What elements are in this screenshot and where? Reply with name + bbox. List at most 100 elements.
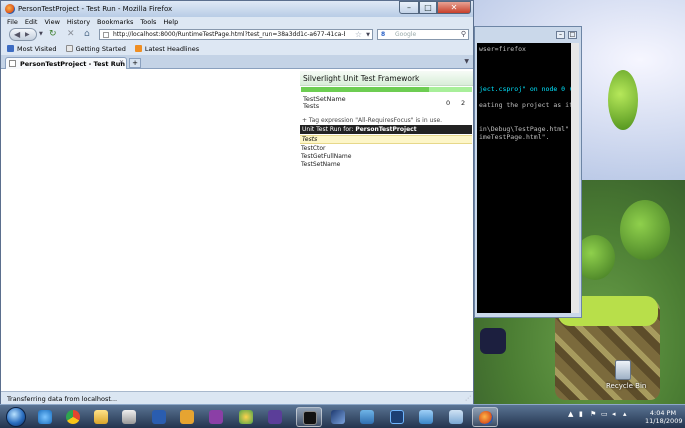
test-item[interactable]: TestGetFullName bbox=[301, 153, 351, 160]
maximize-button[interactable]: □ bbox=[419, 1, 437, 14]
console-scrollbar[interactable] bbox=[571, 43, 579, 313]
tab-test-run[interactable]: PersonTestProject - Test Run ✕ bbox=[5, 57, 127, 69]
tab-close-icon[interactable]: ✕ bbox=[119, 59, 124, 66]
bookmark-star-icon[interactable]: ☆ bbox=[355, 30, 362, 39]
battery-icon[interactable]: ▭ bbox=[601, 410, 608, 419]
taskbar-app-button[interactable] bbox=[413, 407, 439, 427]
taskbar-chrome-button[interactable] bbox=[60, 407, 86, 427]
taskbar-outlook-button[interactable] bbox=[174, 407, 200, 427]
onenote-icon bbox=[209, 410, 223, 424]
test-item[interactable]: TestCtor bbox=[301, 145, 326, 152]
start-button[interactable] bbox=[6, 407, 26, 427]
application-icon bbox=[419, 410, 433, 424]
recycle-bin-label[interactable]: Recycle Bin bbox=[606, 382, 646, 390]
tests-header[interactable]: Tests bbox=[300, 135, 472, 144]
window-controls: – □ ✕ bbox=[399, 1, 471, 14]
close-button[interactable]: ✕ bbox=[437, 1, 471, 14]
console-line: eating the project as if bbox=[479, 101, 571, 109]
bookmark-label: Getting Started bbox=[75, 44, 126, 53]
volume-icon[interactable]: ◂ bbox=[612, 410, 619, 419]
console-line: ject.csproj" on node 0 ( bbox=[479, 85, 571, 93]
stop-icon[interactable]: ✕ bbox=[67, 29, 75, 39]
history-dropdown-icon[interactable]: ▼ bbox=[39, 31, 43, 37]
minimize-button[interactable]: – bbox=[399, 1, 419, 14]
resize-grip-icon[interactable]: ⋰ bbox=[465, 395, 471, 402]
result-count-passed: 0 bbox=[446, 99, 451, 107]
reload-icon[interactable]: ↻ bbox=[49, 29, 57, 39]
menu-view[interactable]: View bbox=[44, 17, 59, 27]
show-hidden-icons-icon[interactable]: ▲ bbox=[568, 410, 575, 419]
desktop-wallpaper-creature bbox=[620, 200, 670, 260]
url-text[interactable]: http://localhost:8000/RuntimeTestPage.ht… bbox=[113, 31, 345, 38]
menu-help[interactable]: Help bbox=[163, 17, 178, 27]
firefox-logo-icon bbox=[5, 4, 15, 14]
console-minimize-button[interactable]: – bbox=[556, 31, 565, 39]
bookmark-most-visited[interactable]: Most Visited bbox=[7, 45, 57, 53]
menu-file[interactable]: File bbox=[7, 17, 18, 27]
taskbar-clock[interactable]: 4:04 PM 11/18/2009 bbox=[645, 409, 682, 425]
page-content[interactable]: Silverlight Unit Test Framework TestSetN… bbox=[1, 69, 473, 391]
url-dropdown-icon[interactable]: ▼ bbox=[366, 32, 370, 38]
search-icon[interactable]: ⚲ bbox=[461, 30, 466, 38]
test-run-bar: Unit Test Run for: PersonTestProject bbox=[300, 125, 472, 134]
taskbar-visualstudio-button[interactable] bbox=[262, 407, 288, 427]
flag-icon[interactable]: ⚑ bbox=[590, 410, 597, 419]
menu-tools[interactable]: Tools bbox=[140, 17, 156, 27]
bookmarks-toolbar: Most Visited Getting Started Latest Head… bbox=[1, 42, 473, 55]
taskbar-console-button[interactable] bbox=[296, 407, 322, 427]
menu-bar: File Edit View History Bookmarks Tools H… bbox=[1, 17, 473, 27]
test-item[interactable]: TestSetName bbox=[301, 161, 340, 168]
window-icon bbox=[449, 410, 463, 424]
run-prefix: Unit Test Run for bbox=[302, 126, 352, 133]
home-icon[interactable]: ⌂ bbox=[84, 29, 90, 39]
internet-explorer-icon bbox=[38, 410, 52, 424]
forward-arrow-icon[interactable]: ▶ bbox=[25, 31, 30, 38]
search-placeholder[interactable]: Google bbox=[395, 31, 416, 38]
system-tray: ▲ ▮ ⚑ ▭ ◂ ▴ bbox=[568, 410, 630, 419]
test-progress-bar bbox=[301, 87, 472, 92]
result-row-label: Tests bbox=[303, 102, 320, 110]
console-maximize-button[interactable]: □ bbox=[568, 31, 577, 39]
messenger-icon bbox=[239, 410, 253, 424]
console-window[interactable]: – □ wser=firefox ject.csproj" on node 0 … bbox=[474, 26, 582, 318]
address-bar[interactable]: http://localhost:8000/RuntimeTestPage.ht… bbox=[99, 29, 373, 40]
menu-history[interactable]: History bbox=[67, 17, 90, 27]
console-output: wser=firefox ject.csproj" on node 0 ( ea… bbox=[477, 43, 571, 313]
taskbar-onenote-button[interactable] bbox=[203, 407, 229, 427]
tab-list-dropdown-icon[interactable]: ▼ bbox=[464, 58, 469, 65]
menu-edit[interactable]: Edit bbox=[25, 17, 38, 27]
title-bar[interactable]: PersonTestProject - Test Run - Mozilla F… bbox=[1, 1, 473, 17]
network-icon[interactable]: ▮ bbox=[579, 410, 586, 419]
google-engine-icon[interactable]: 8 bbox=[381, 31, 385, 38]
firefox-icon bbox=[479, 411, 493, 425]
taskbar-pen-button[interactable] bbox=[325, 407, 351, 427]
new-tab-button[interactable]: + bbox=[129, 58, 141, 68]
rss-feed-icon bbox=[134, 45, 142, 52]
status-text: Transferring data from localhost... bbox=[7, 395, 118, 403]
taskbar-ie-button[interactable] bbox=[32, 407, 58, 427]
taskbar-firefox-button[interactable] bbox=[472, 407, 498, 427]
console-line: imeTestPage.html". bbox=[479, 133, 550, 141]
taskbar-explorer-button[interactable] bbox=[88, 407, 114, 427]
menu-bookmarks[interactable]: Bookmarks bbox=[97, 17, 133, 27]
taskbar-photoshop-button[interactable] bbox=[384, 407, 410, 427]
framework-title: Silverlight Unit Test Framework bbox=[303, 74, 420, 83]
taskbar-image-button[interactable] bbox=[354, 407, 380, 427]
taskbar-messenger-button[interactable] bbox=[233, 407, 259, 427]
bookmark-latest-headlines[interactable]: Latest Headlines bbox=[134, 44, 200, 53]
page-icon bbox=[65, 45, 73, 52]
back-button[interactable]: ◀ bbox=[9, 28, 37, 41]
bookmark-label: Latest Headlines bbox=[144, 44, 200, 53]
signal-icon[interactable]: ▴ bbox=[623, 410, 630, 419]
firefox-window[interactable]: PersonTestProject - Test Run - Mozilla F… bbox=[0, 0, 474, 404]
bookmark-getting-started[interactable]: Getting Started bbox=[65, 44, 126, 53]
taskbar-window-button[interactable] bbox=[443, 407, 469, 427]
taskbar-media-button[interactable] bbox=[116, 407, 142, 427]
taskbar-word-button[interactable] bbox=[146, 407, 172, 427]
search-box[interactable]: 8 Google ⚲ bbox=[377, 29, 469, 40]
recycle-bin-icon[interactable] bbox=[615, 360, 631, 380]
